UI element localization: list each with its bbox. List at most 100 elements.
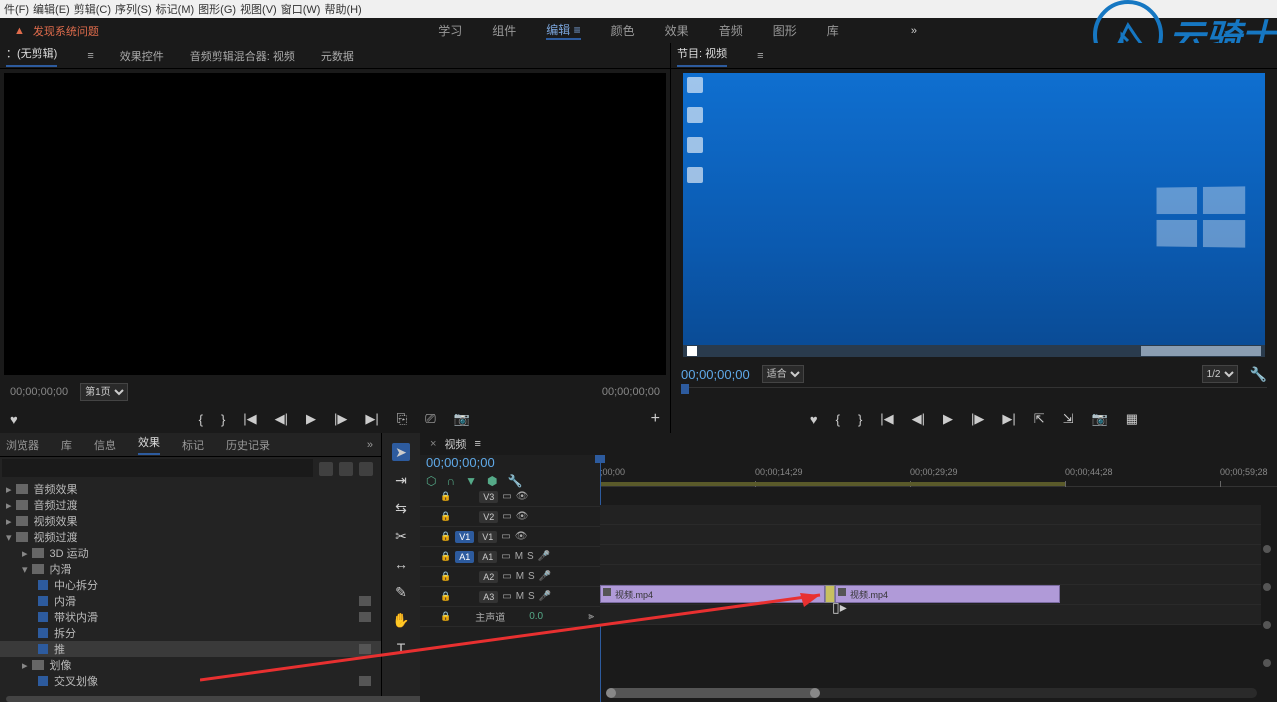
- tab-标记[interactable]: 标记: [182, 437, 204, 453]
- extract-icon[interactable]: ⇲: [1063, 411, 1074, 427]
- track-target[interactable]: A1: [478, 551, 497, 563]
- lift-icon[interactable]: ⇱: [1034, 411, 1045, 427]
- track-target[interactable]: A3: [479, 591, 498, 603]
- tab-metadata[interactable]: 元数据: [321, 48, 354, 64]
- tab-浏览器[interactable]: 浏览器: [6, 437, 39, 453]
- sequence-name[interactable]: 视频: [444, 436, 466, 452]
- lock-icon[interactable]: [440, 531, 451, 542]
- toggle-output-icon[interactable]: ▭: [502, 571, 511, 582]
- program-time-ruler[interactable]: [681, 387, 1267, 405]
- workspace-more-icon[interactable]: »: [911, 18, 917, 43]
- mark-out-icon[interactable]: }: [221, 412, 225, 427]
- workspace-组件[interactable]: 组件: [492, 22, 516, 39]
- program-timecode[interactable]: 00;00;00;00: [681, 367, 750, 382]
- tab-信息[interactable]: 信息: [94, 437, 116, 453]
- tree-item-交叉划像[interactable]: 交叉划像: [0, 673, 381, 689]
- tab-效果[interactable]: 效果: [138, 434, 160, 455]
- solo-icon[interactable]: S: [528, 571, 535, 582]
- timeline-timecode[interactable]: 00;00;00;00: [426, 455, 600, 470]
- workspace-效果[interactable]: 效果: [665, 22, 689, 39]
- panel-overflow-icon[interactable]: »: [367, 439, 373, 451]
- track-header-V2[interactable]: V2▭👁: [420, 507, 600, 527]
- slip-tool-icon[interactable]: ↔: [392, 555, 410, 573]
- go-out-icon[interactable]: ▶|: [1002, 411, 1015, 427]
- lock-icon[interactable]: [440, 551, 451, 562]
- workspace-音频[interactable]: 音频: [719, 22, 743, 39]
- expand-icon[interactable]: ⫸: [588, 611, 594, 622]
- solo-icon[interactable]: S: [527, 551, 534, 562]
- step-back-icon[interactable]: ◀|: [912, 411, 925, 427]
- track-header-A2[interactable]: A2▭MS🎤: [420, 567, 600, 587]
- menu-编辑(E)[interactable]: 编辑(E): [33, 1, 70, 17]
- source-page-select[interactable]: 第1页: [80, 383, 128, 401]
- toggle-output-icon[interactable]: ▭: [501, 531, 510, 542]
- menu-窗口(W)[interactable]: 窗口(W): [281, 1, 321, 17]
- tree-item-中心拆分[interactable]: 中心拆分: [0, 577, 381, 593]
- overwrite-icon[interactable]: ⎚: [425, 411, 435, 427]
- settings-icon[interactable]: ⬢: [487, 474, 497, 488]
- voice-icon[interactable]: 🎤: [539, 591, 551, 602]
- voice-icon[interactable]: 🎤: [538, 551, 550, 562]
- tree-item-带状内滑[interactable]: 带状内滑: [0, 609, 381, 625]
- menu-序列(S)[interactable]: 序列(S): [115, 1, 152, 17]
- track-target[interactable]: A2: [479, 571, 498, 583]
- pen-tool-icon[interactable]: ✎: [392, 583, 410, 601]
- zoom-fit-select[interactable]: 适合: [762, 365, 804, 383]
- source-in-timecode[interactable]: 00;00;00;00: [10, 386, 68, 398]
- tab-source-noclip[interactable]: ：(无剪辑): [6, 45, 57, 67]
- clip-0[interactable]: 视频.mp4: [600, 585, 825, 603]
- tree-item-内滑[interactable]: 内滑: [0, 593, 381, 609]
- wrench-icon[interactable]: 🔧: [507, 474, 522, 488]
- tree-item-内滑[interactable]: ▾内滑: [0, 561, 381, 577]
- tab-历史记录[interactable]: 历史记录: [226, 437, 270, 453]
- marker-icon[interactable]: ▼: [465, 474, 477, 488]
- lock-icon[interactable]: [440, 611, 451, 622]
- eye-icon[interactable]: 👁: [515, 531, 528, 542]
- play-icon[interactable]: ▶: [306, 411, 316, 427]
- play-icon[interactable]: ▶: [943, 411, 953, 427]
- lock-icon[interactable]: [440, 511, 451, 522]
- workspace-图形[interactable]: 图形: [773, 22, 797, 39]
- step-back-icon[interactable]: ◀|: [275, 411, 288, 427]
- tree-item-拆分[interactable]: 拆分: [0, 625, 381, 641]
- tree-item-划像[interactable]: ▸划像: [0, 657, 381, 673]
- source-out-timecode[interactable]: 00;00;00;00: [602, 386, 660, 398]
- go-out-icon[interactable]: ▶|: [365, 411, 378, 427]
- hand-tool-icon[interactable]: ✋: [392, 611, 410, 629]
- effects-search-input[interactable]: [2, 459, 313, 477]
- selection-tool-icon[interactable]: ➤: [392, 443, 410, 461]
- workspace-编辑[interactable]: 编辑 ≡: [546, 21, 580, 40]
- tree-item-音频过渡[interactable]: ▸音频过渡: [0, 497, 381, 513]
- menu-标记(M)[interactable]: 标记(M): [156, 1, 195, 17]
- filter-32bit-icon[interactable]: [339, 462, 353, 476]
- lock-icon[interactable]: [440, 571, 451, 582]
- track-target[interactable]: V3: [479, 491, 498, 503]
- track-header-V1[interactable]: V1V1▭👁: [420, 527, 600, 547]
- mute-icon[interactable]: M: [516, 591, 524, 602]
- tab-menu-icon[interactable]: ≡: [87, 50, 93, 62]
- snap-icon[interactable]: ⬡: [426, 474, 436, 488]
- track-header-A3[interactable]: A3▭MS🎤: [420, 587, 600, 607]
- menu-视图(V)[interactable]: 视图(V): [240, 1, 277, 17]
- tree-item-推[interactable]: 推: [0, 641, 381, 657]
- ripple-tool-icon[interactable]: ⇆: [392, 499, 410, 517]
- add-marker-icon[interactable]: ♥: [810, 412, 818, 427]
- timeline-ruler[interactable]: ;00;0000;00;14;2900;00;29;2900;00;44;280…: [600, 455, 1277, 487]
- mark-out-icon[interactable]: }: [858, 412, 862, 427]
- menu-件(F)[interactable]: 件(F): [4, 1, 29, 17]
- mute-icon[interactable]: M: [516, 571, 524, 582]
- source-patch[interactable]: V1: [455, 531, 474, 543]
- track-header-A1[interactable]: A1A1▭MS🎤: [420, 547, 600, 567]
- track-target[interactable]: V2: [479, 511, 498, 523]
- tab-audio-clip-mixer[interactable]: 音频剪辑混合器: 视频: [190, 48, 295, 64]
- tree-item-音频效果[interactable]: ▸音频效果: [0, 481, 381, 497]
- eye-icon[interactable]: 👁: [516, 491, 529, 502]
- mark-in-icon[interactable]: {: [836, 412, 840, 427]
- timeline-content[interactable]: ;00;0000;00;14;2900;00;29;2900;00;44;280…: [600, 455, 1277, 702]
- add-marker-icon[interactable]: ♥: [10, 412, 18, 427]
- razor-tool-icon[interactable]: ✂: [392, 527, 410, 545]
- lock-icon[interactable]: [440, 491, 451, 502]
- timeline-menu-icon[interactable]: ≡: [474, 438, 480, 450]
- step-fwd-icon[interactable]: |▶: [971, 411, 984, 427]
- tab-program[interactable]: 节目: 视频: [677, 45, 727, 67]
